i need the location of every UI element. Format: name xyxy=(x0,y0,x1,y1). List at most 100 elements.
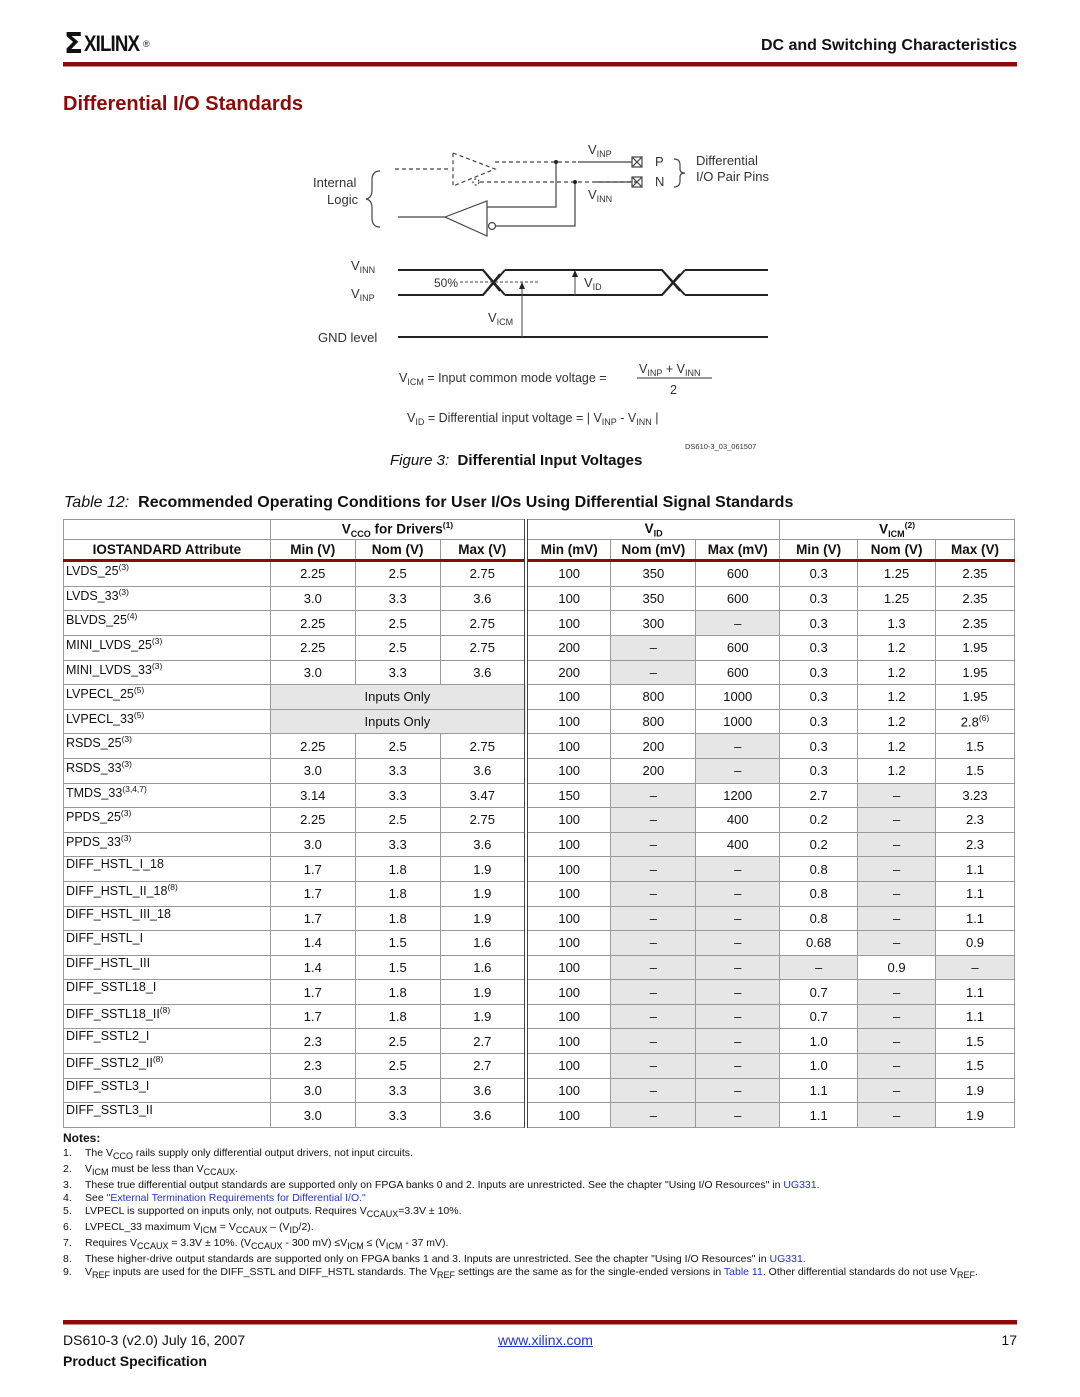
table-cell: 200 xyxy=(610,757,697,784)
table-cell: 2.3 xyxy=(269,1028,356,1055)
table-cell: 0.2 xyxy=(779,831,859,858)
table-cell: – xyxy=(695,1077,781,1104)
note-text: Requires VCCAUX = 3.3V ± 10%. (VCCAUX - … xyxy=(85,1237,449,1252)
table-cell: 0.2 xyxy=(779,807,859,833)
table-cell: – xyxy=(695,610,781,636)
table-row: DIFF_HSTL_III 1.4 1.5 1.6 100– – –0.9– xyxy=(63,954,1015,981)
table-cell: – xyxy=(857,807,937,833)
iostandard-name: DIFF_HSTL_I xyxy=(63,930,271,956)
table-cell: 2.7 xyxy=(439,1053,527,1079)
label-gnd-level: GND level xyxy=(318,330,377,345)
table-row: DIFF_HSTL_I 1.4 1.5 1.6 100– –0.68–0.9 xyxy=(63,930,1015,956)
table-row: RSDS_25(3) 2.25 2.5 2.75 100 200–0.3 1.2 1.5 xyxy=(63,733,1015,759)
table-cell: 3.6 xyxy=(439,1102,527,1128)
table-cell: 0.3 xyxy=(779,757,859,784)
note-number: 1. xyxy=(63,1147,72,1159)
table-cell: 100 xyxy=(524,1077,612,1104)
table-cell: 2.5 xyxy=(354,634,441,661)
inputs-only-cell: Inputs Only xyxy=(269,684,527,710)
table-cell: – xyxy=(610,1003,697,1030)
iostandard-name: PPDS_25(3) xyxy=(63,807,271,833)
note-text: VREF inputs are used for the DIFF_SSTL a… xyxy=(85,1266,978,1281)
table-cell: – xyxy=(695,757,781,784)
table-cell: 0.3 xyxy=(779,560,859,587)
iostandard-name: DIFF_SSTL18_I xyxy=(63,979,271,1005)
link-table-11[interactable]: Table 11 xyxy=(724,1266,763,1278)
table-cell: 1.1 xyxy=(779,1077,859,1104)
table-cell: 2.3 xyxy=(269,1053,356,1079)
table-cell: 1.8 xyxy=(354,856,441,882)
table-cell: 200 xyxy=(524,659,612,686)
svg-text:VINP: VINP xyxy=(351,286,375,303)
table-cell: 100 xyxy=(524,1028,612,1055)
table-cell: 1.95 xyxy=(935,659,1015,686)
table-cell: 1.5 xyxy=(354,930,441,956)
table-cell: 1.5 xyxy=(935,1053,1015,1079)
table-cell: – xyxy=(695,930,781,956)
link-ug331[interactable]: UG331 xyxy=(770,1253,803,1265)
table-cell: 1.6 xyxy=(439,954,527,981)
table-group-header-row: VCCO for Drivers(1) VID VICM(2) xyxy=(63,518,1015,541)
table-cell: 0.8 xyxy=(779,880,859,907)
differential-standards-table: VCCO for Drivers(1) VID VICM(2) IOSTANDA… xyxy=(63,518,1015,1128)
table-cell: 3.47 xyxy=(439,782,527,809)
table-cell: – xyxy=(610,954,697,981)
column-header: Min (mV) xyxy=(524,539,612,563)
column-header: Nom (V) xyxy=(857,539,937,563)
table-cell: 0.7 xyxy=(779,979,859,1005)
note-item: 3. These true differential output standar… xyxy=(63,1179,1018,1192)
table-cell: 1.1 xyxy=(935,905,1015,932)
table-cell: 1200 xyxy=(695,782,781,809)
column-header: Nom (mV) xyxy=(610,539,697,563)
table-cell: 3.0 xyxy=(269,659,356,686)
link-external-termination[interactable]: "External Termination Requirements for D… xyxy=(107,1192,366,1204)
table-cell: 2.25 xyxy=(269,560,356,587)
table-row: BLVDS_25(4) 2.25 2.5 2.75 100 300–0.3 1.3 2.35 xyxy=(63,610,1015,636)
table-cell: 3.6 xyxy=(439,659,527,686)
differential-input-diagram: Internal Logic VINP VINN P N Differentia… xyxy=(313,142,769,451)
table-cell: – xyxy=(857,1102,937,1128)
label-50-percent: 50% xyxy=(434,276,458,290)
note-text: LVPECL_33 maximum VICM = VCCAUX – (VID/2… xyxy=(85,1221,314,1236)
label-pin-n: N xyxy=(655,174,664,189)
link-ug331[interactable]: UG331 xyxy=(783,1179,816,1191)
table-cell: 0.9 xyxy=(857,954,937,981)
table-cell: 3.6 xyxy=(439,757,527,784)
table-row: DIFF_SSTL2_II(8) 2.3 2.5 2.7 100– –1.0–1.5 xyxy=(63,1053,1015,1079)
iostandard-name: LVDS_25(3) xyxy=(63,560,271,587)
table-row: MINI_LVDS_33(3) 3.0 3.3 3.6 200–600 0.3 1.2 1.9… xyxy=(63,659,1015,686)
table-cell: – xyxy=(610,856,697,882)
iostandard-name: BLVDS_25(4) xyxy=(63,610,271,636)
table-cell: 600 xyxy=(695,634,781,661)
iostandard-name: RSDS_33(3) xyxy=(63,757,271,784)
table-cell: 1.1 xyxy=(935,979,1015,1005)
table-cell: 1.1 xyxy=(779,1102,859,1128)
table-cell: 200 xyxy=(610,733,697,759)
column-header: Min (V) xyxy=(269,539,356,563)
note-text: See "External Termination Requirements f… xyxy=(85,1192,366,1205)
note-number: 6. xyxy=(63,1221,72,1234)
note-number: 3. xyxy=(63,1179,72,1192)
column-header: Max (mV) xyxy=(695,539,781,563)
table-cell: – xyxy=(610,905,697,932)
table-row: LVPECL_25(5) Inputs Only 100 800 1000 0.3 1.2 1… xyxy=(63,684,1015,710)
section-header: DC and Switching Characteristics xyxy=(760,37,1017,54)
table-cell: 100 xyxy=(524,831,612,858)
table-cell: 2.5 xyxy=(354,610,441,636)
table-cell: 2.3 xyxy=(935,807,1015,833)
footer-website-link[interactable]: www.xilinx.com xyxy=(498,1332,593,1348)
note-item: 2. VICM must be less than VCCAUX. xyxy=(63,1163,1018,1179)
note-number: 9. xyxy=(63,1266,72,1279)
table-row: MINI_LVDS_25(3) 2.25 2.5 2.75 200–600 0.3 1.2 1… xyxy=(63,634,1015,661)
table-cell: 0.3 xyxy=(779,733,859,759)
table-cell: – xyxy=(695,905,781,932)
table-cell: 1.0 xyxy=(779,1028,859,1055)
table-cell: – xyxy=(610,1028,697,1055)
table-cell: 3.3 xyxy=(354,659,441,686)
table-cell: 150 xyxy=(524,782,612,809)
table-cell: 1.5 xyxy=(935,757,1015,784)
note-number: 7. xyxy=(63,1237,72,1250)
table-row: PPDS_25(3) 2.25 2.5 2.75 100–400 0.2–2.3 xyxy=(63,807,1015,833)
vicm-equation: VICM = Input common mode voltage = xyxy=(399,371,607,387)
xilinx-logo-icon: Σ xyxy=(64,27,83,60)
